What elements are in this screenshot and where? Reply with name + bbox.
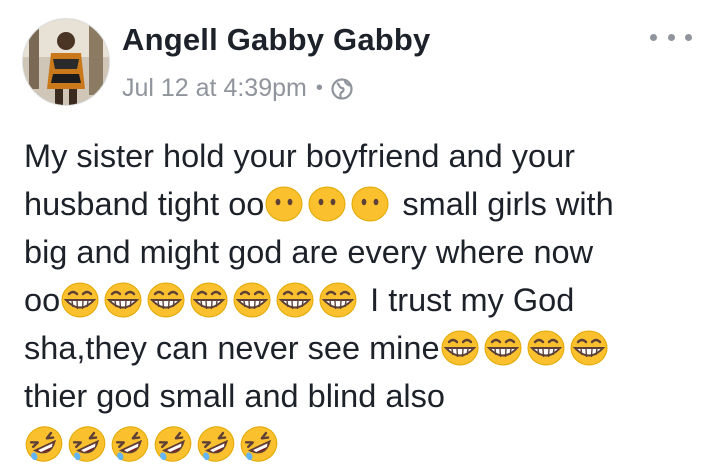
meta-separator: •	[315, 77, 323, 99]
grinning-face-icon	[189, 281, 229, 319]
rolling-laughing-icon	[110, 425, 150, 463]
globe-icon[interactable]	[331, 77, 353, 100]
grinning-face-icon	[318, 281, 358, 319]
post-text: husband tight oo	[24, 186, 265, 222]
post-text: My sister hold your boyfriend and your	[24, 138, 575, 174]
post-line: sha,they can never see mine	[24, 324, 714, 372]
grinning-face-icon	[275, 281, 315, 319]
rolling-laughing-icon	[239, 425, 279, 463]
post-text: oo	[24, 282, 61, 318]
post-header: Angell Gabby Gabby Jul 12 at 4:39pm •	[0, 0, 720, 118]
post-text: sha,they can never see mine	[24, 330, 440, 366]
grinning-face-icon	[146, 281, 186, 319]
post-text: small girls with	[393, 186, 614, 222]
post-meta: Jul 12 at 4:39pm •	[122, 74, 353, 103]
rolling-laughing-icon	[24, 425, 64, 463]
post-line: oo I trust my God	[24, 276, 714, 324]
more-options-icon[interactable]	[650, 34, 692, 46]
post-line: My sister hold your boyfriend and your	[24, 132, 714, 180]
post-line: thier god small and blind also	[24, 372, 714, 420]
post-timestamp[interactable]: Jul 12 at 4:39pm	[122, 74, 307, 103]
rolling-laughing-icon	[196, 425, 236, 463]
more-dot	[667, 34, 675, 41]
more-dot	[685, 34, 692, 41]
post-text: thier god small and blind also	[24, 378, 445, 414]
rolling-laughing-icon	[67, 425, 107, 463]
grinning-face-icon	[483, 329, 523, 367]
avatar[interactable]	[22, 18, 110, 106]
grinning-face-icon	[569, 329, 609, 367]
profile-photo	[23, 19, 109, 105]
grinning-face-icon	[103, 281, 143, 319]
grinning-face-icon	[232, 281, 272, 319]
post-line: big and might god are every where now	[24, 228, 714, 276]
post-text: I trust my God	[361, 282, 575, 318]
grinning-face-icon	[60, 281, 100, 319]
post-body: My sister hold your boyfriend and your hu…	[24, 132, 714, 468]
neutral-face-icon	[307, 185, 347, 223]
neutral-face-icon	[350, 185, 390, 223]
post-text: big and might god are every where now	[24, 234, 594, 270]
rolling-laughing-icon	[153, 425, 193, 463]
neutral-face-icon	[264, 185, 304, 223]
author-name[interactable]: Angell Gabby Gabby	[122, 22, 430, 58]
grinning-face-icon	[526, 329, 566, 367]
grinning-face-icon	[440, 329, 480, 367]
more-dot	[650, 34, 657, 41]
post-line: husband tight oo small girls with	[24, 180, 714, 228]
